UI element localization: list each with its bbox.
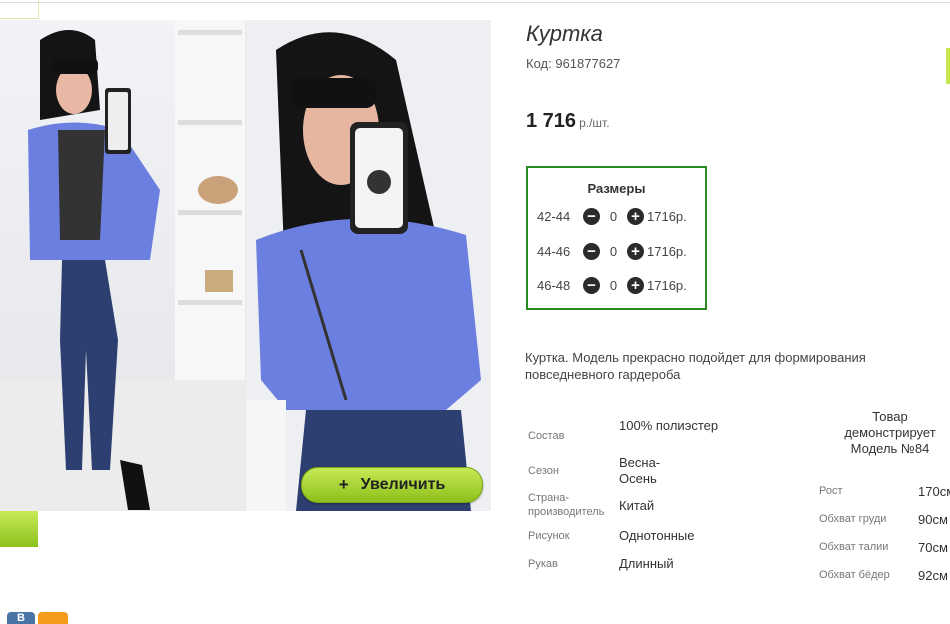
measurement-value: 92см [918, 568, 948, 583]
model-heading: Товар демонстрирует Модель №84 [844, 409, 936, 456]
quantity-value[interactable]: 0 [600, 209, 627, 224]
size-label: 46-48 [537, 277, 571, 293]
side-tab-left[interactable] [0, 511, 38, 547]
property-value: Однотонные [619, 528, 695, 543]
product-title: Куртка [526, 21, 603, 46]
plus-icon: + [338, 475, 349, 494]
plus-button[interactable]: + [627, 207, 644, 225]
minus-button[interactable]: − [583, 207, 600, 225]
sizes-panel: Размеры 42-44 − 0 + 1716р. 44-46 − 0 + 1… [526, 166, 707, 310]
property-key: Сезон [528, 465, 559, 477]
minus-button[interactable]: − [583, 276, 600, 294]
quantity-value[interactable]: 0 [600, 244, 627, 259]
property-value: 100% полиэстер [619, 418, 719, 433]
size-label: 44-46 [537, 243, 571, 259]
property-value: Китай [619, 498, 655, 513]
product-photo-full-body[interactable] [0, 20, 245, 511]
property-value: Длинный [619, 556, 674, 571]
product-gallery [0, 20, 491, 511]
measurement-key: Обхват талии [819, 541, 889, 553]
product-code-value: 961877627 [555, 56, 621, 71]
product-description: Куртка. Модель прекрасно подойдет для фо… [525, 349, 950, 385]
product-code-label: Код: [526, 56, 552, 71]
size-row: 42-44 − 0 + 1716р. [537, 206, 687, 226]
top-divider [0, 2, 950, 3]
sizes-title: Размеры [587, 181, 646, 196]
measurement-value: 70см [918, 540, 948, 555]
size-label: 42-44 [537, 208, 571, 224]
property-key: Страна-производитель [528, 492, 605, 518]
measurement-value: 170см [918, 484, 950, 499]
plus-button[interactable]: + [627, 276, 644, 294]
vk-icon: В [17, 612, 25, 624]
zoom-button-label: Увеличить [360, 476, 446, 493]
quantity-value[interactable]: 0 [600, 278, 627, 293]
product-price: 1 716 р./шт. [526, 110, 610, 133]
property-key: Состав [528, 430, 565, 442]
product-code: Код: 961877627 [526, 56, 620, 71]
measurement-row: Обхват бёдер 92см [819, 568, 950, 583]
ok-share-button[interactable] [38, 612, 68, 624]
property-key: Рисунок [528, 530, 570, 542]
minus-button[interactable]: − [583, 242, 600, 260]
measurement-row: Обхват груди 90см [819, 512, 950, 527]
price-unit: р./шт. [579, 116, 610, 130]
size-price: 1716р. [647, 243, 687, 259]
product-photo-closeup[interactable] [246, 20, 491, 511]
measurement-value: 90см [918, 512, 948, 527]
property-value: Весна-Осень [619, 455, 661, 486]
price-value: 1 716 [526, 110, 577, 132]
description-text: Куртка. Модель прекрасно подойдет для фо… [525, 350, 866, 382]
property-key: Рукав [528, 558, 558, 570]
plus-button[interactable]: + [627, 242, 644, 260]
measurement-row: Рост 170см [819, 484, 950, 499]
side-tab-right[interactable] [946, 48, 950, 84]
size-price: 1716р. [647, 277, 687, 293]
size-row: 46-48 − 0 + 1716р. [537, 275, 687, 295]
zoom-button[interactable]: + Увеличить [301, 467, 483, 503]
size-price: 1716р. [647, 208, 687, 224]
measurement-key: Рост [819, 485, 843, 497]
size-row: 44-46 − 0 + 1716р. [537, 241, 687, 261]
measurement-row: Обхват талии 70см [819, 540, 950, 555]
vk-share-button[interactable]: В [7, 612, 35, 624]
measurement-key: Обхват бёдер [819, 569, 890, 581]
measurement-key: Обхват груди [819, 513, 887, 525]
